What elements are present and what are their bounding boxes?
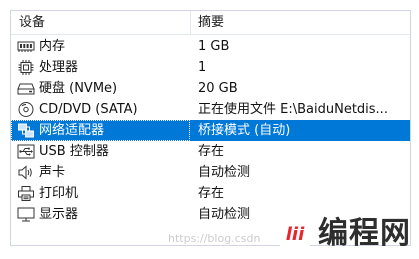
device-name: 内存 (39, 39, 66, 54)
watermark-url: https://blog.csdn (168, 232, 261, 245)
hardware-device-list: 设备 摘要 内存 1 GB 处理器 1 硬盘 (NVMe) 20 GB CD/D… (10, 10, 411, 246)
device-name: 硬盘 (NVMe) (39, 81, 118, 96)
device-summary: 存在 (198, 144, 225, 159)
device-name: 打印机 (39, 186, 79, 201)
device-name: CD/DVD (SATA) (39, 102, 138, 117)
printer-icon (17, 185, 35, 202)
network-adapter-icon (17, 122, 35, 139)
device-name: 显示器 (39, 207, 79, 222)
cd-dvd-icon (17, 101, 35, 118)
memory-icon (17, 38, 35, 55)
list-header: 设备 摘要 (11, 11, 410, 35)
device-name: 网络适配器 (39, 123, 105, 138)
device-summary: 自动检测 (198, 165, 251, 180)
device-name: 声卡 (39, 165, 66, 180)
device-row-hard-disk[interactable]: 硬盘 (NVMe) 20 GB (11, 78, 410, 99)
device-row-printer[interactable]: 打印机 存在 (11, 183, 410, 204)
logo-text: 编程网 (318, 216, 411, 251)
device-row-sound-card[interactable]: 声卡 自动检测 (11, 162, 410, 183)
device-summary: 20 GB (198, 81, 238, 96)
device-row-memory[interactable]: 内存 1 GB (11, 36, 410, 57)
device-summary: 正在使用文件 E:\BaiduNetdis... (198, 102, 388, 117)
device-row-network-adapter[interactable]: 网络适配器 桥接模式 (自动) (11, 120, 410, 141)
device-summary: 自动检测 (198, 207, 251, 222)
column-header-summary[interactable]: 摘要 (198, 11, 224, 35)
device-row-usb-controller[interactable]: USB 控制器 存在 (11, 141, 410, 162)
processor-icon (17, 59, 35, 76)
device-summary: 1 GB (198, 39, 230, 54)
usb-icon (17, 143, 35, 160)
hard-disk-icon (17, 80, 35, 97)
display-icon (17, 206, 35, 223)
device-row-cd-dvd[interactable]: CD/DVD (SATA) 正在使用文件 E:\BaiduNetdis... (11, 99, 410, 120)
device-name: 处理器 (39, 60, 79, 75)
device-summary: 存在 (198, 186, 225, 201)
column-header-device[interactable]: 设备 (19, 11, 45, 35)
svg-text:lii: lii (286, 224, 305, 245)
sound-card-icon (17, 164, 35, 181)
column-divider[interactable] (190, 11, 191, 35)
site-logo: lii 编程网 (276, 213, 416, 257)
device-summary: 桥接模式 (自动) (198, 123, 291, 138)
device-summary: 1 (198, 60, 207, 75)
device-row-processor[interactable]: 处理器 1 (11, 57, 410, 78)
logo-badge-icon: lii (276, 215, 314, 253)
device-name: USB 控制器 (39, 144, 109, 159)
